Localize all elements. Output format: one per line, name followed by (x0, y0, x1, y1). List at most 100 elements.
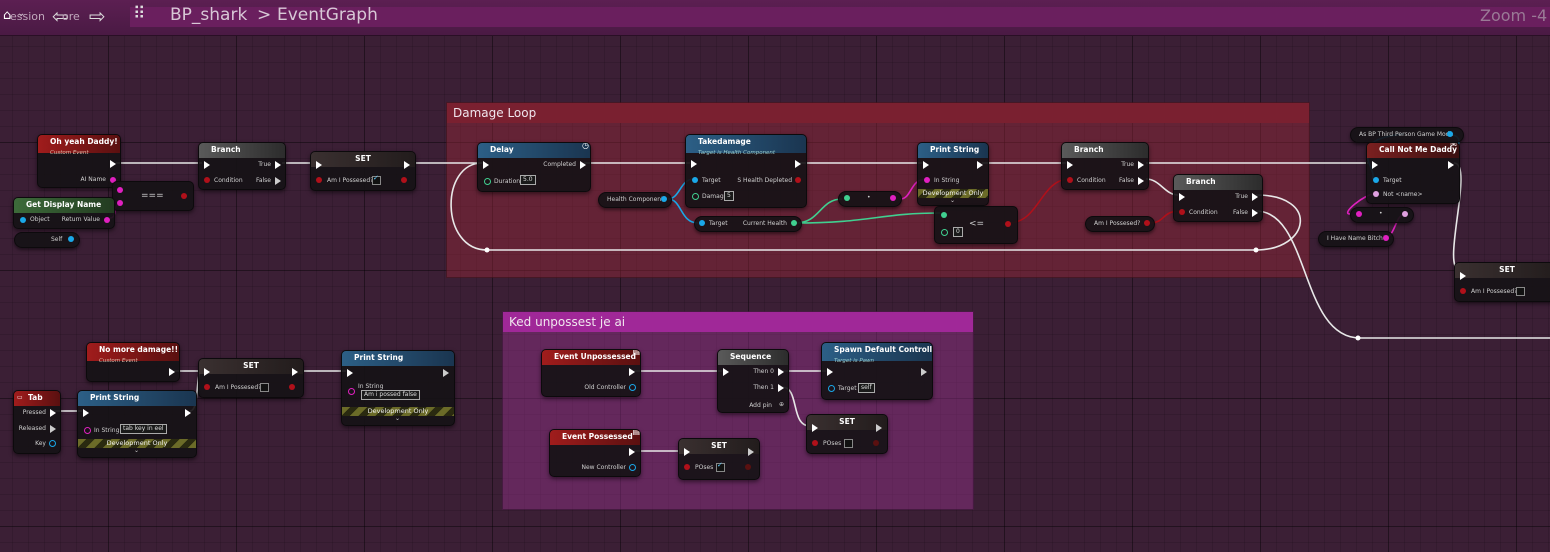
exec-in-pin[interactable] (1067, 161, 1073, 169)
pin-condition[interactable] (1179, 209, 1185, 215)
exec-in-pin[interactable] (347, 369, 353, 377)
node-key-tab[interactable]: Tab ▭ Pressed Released Key (13, 390, 61, 454)
damage-input[interactable]: 5 (724, 191, 734, 201)
node-set-poses-2[interactable]: SET POses (678, 438, 760, 480)
node-print-string-3[interactable]: Print String In String tab key in eel De… (77, 390, 197, 458)
node-spawn-default-controller[interactable]: Spawn Default Controller Target is Pawn T… (821, 342, 933, 400)
exec-out-pin[interactable] (404, 161, 410, 169)
exec-in-pin[interactable] (1460, 272, 1466, 280)
value-checkbox[interactable] (372, 174, 381, 185)
pin-condition[interactable] (204, 177, 210, 183)
pin-out[interactable] (289, 384, 295, 390)
exec-out-pin[interactable] (977, 161, 983, 169)
pin-name[interactable] (1373, 191, 1379, 197)
value-checkbox[interactable] (716, 461, 725, 472)
exec-false-pin[interactable] (1138, 177, 1144, 185)
exec-in-pin[interactable] (483, 161, 489, 169)
node-conversion[interactable]: • (838, 191, 902, 207)
pin-b[interactable] (941, 229, 948, 236)
exec-in-pin[interactable] (827, 368, 833, 376)
pin-in-string[interactable] (348, 388, 355, 395)
node-cast-third-person-game-mode[interactable]: As BP Third Person Game Mode (1350, 127, 1464, 143)
pin-out[interactable] (1402, 211, 1408, 217)
pin-value[interactable] (316, 177, 322, 183)
value-checkbox[interactable] (844, 439, 853, 448)
exec-out-pin[interactable] (292, 368, 298, 376)
node-takedamage[interactable]: Takedamage Target is Health Component Tar… (685, 134, 807, 208)
pin-a[interactable] (117, 187, 123, 193)
exec-out-pin[interactable] (629, 448, 635, 456)
node-event-unpossessed[interactable]: Event Unpossessed ▤ Old Controller (541, 349, 641, 397)
node-append[interactable]: • (1350, 207, 1414, 223)
add-pin-icon[interactable]: ⊕ (779, 401, 784, 408)
compare-value-input[interactable]: 0 (953, 227, 963, 237)
pin-object[interactable] (20, 217, 26, 223)
exec-in-pin[interactable] (1372, 161, 1378, 169)
exec-then1-pin[interactable] (778, 384, 784, 392)
pin-value[interactable] (684, 464, 690, 470)
value-checkbox[interactable] (260, 383, 269, 392)
exec-in-pin[interactable] (812, 424, 818, 432)
pin-out[interactable] (745, 464, 751, 470)
pin-target[interactable] (692, 177, 698, 183)
pin-out[interactable] (401, 177, 407, 183)
exec-completed-pin[interactable] (580, 161, 586, 169)
node-less-equal[interactable]: 0 <= (934, 206, 1018, 244)
exec-pressed-pin[interactable] (50, 409, 56, 417)
exec-then0-pin[interactable] (778, 368, 784, 376)
exec-in-pin[interactable] (1179, 193, 1185, 201)
node-print-string-2[interactable]: Print String In String Am i possed false… (341, 350, 455, 426)
forward-arrow-icon[interactable]: ⇨ (89, 4, 106, 28)
breadcrumb-graph[interactable]: EventGraph (277, 5, 378, 25)
node-current-health[interactable]: Target Current Health (694, 216, 802, 232)
exec-in-pin[interactable] (691, 160, 697, 168)
pin-target[interactable] (828, 385, 835, 392)
exec-out-pin[interactable] (169, 368, 175, 376)
node-branch-3[interactable]: Branch Condition True False (1173, 174, 1263, 222)
pin-cast[interactable] (1447, 131, 1453, 137)
pin-value[interactable] (812, 440, 818, 446)
pin-current-health[interactable] (791, 220, 797, 226)
exec-in-pin[interactable] (684, 448, 690, 456)
graph-canvas[interactable]: Damage Loop Ked unpossest je ai Oh yeah … (0, 0, 1550, 552)
node-event-possessed[interactable]: Event Possessed ▤ New Controller (549, 429, 641, 477)
node-self[interactable]: Self (14, 232, 80, 248)
node-i-have-name[interactable]: I Have Name Bitch! (1318, 231, 1394, 247)
exec-out-pin[interactable] (110, 160, 116, 168)
pin-in-string[interactable] (924, 177, 930, 183)
node-sequence[interactable]: Sequence Then 0 Then 1 Add pin ⊕ (717, 349, 789, 413)
pin-in[interactable] (1356, 211, 1362, 217)
exec-in-pin[interactable] (723, 368, 729, 376)
exec-out-pin[interactable] (876, 424, 882, 432)
in-string-input[interactable]: tab key in eel (120, 424, 167, 434)
pin-depleted[interactable] (795, 177, 801, 183)
exec-in-pin[interactable] (204, 368, 210, 376)
pin-key[interactable] (49, 440, 56, 447)
expand-chevron-icon[interactable]: ⌄ (950, 197, 955, 204)
node-set-right[interactable]: SET Am I Possesed? (1454, 262, 1550, 302)
pin-result[interactable] (181, 193, 187, 199)
node-call-not-me-daddy[interactable]: Call Not Me Daddy ✉ Target Not <name> (1366, 142, 1460, 204)
expand-chevron-icon[interactable]: ⌄ (395, 415, 400, 422)
pin-new-controller[interactable] (629, 464, 636, 471)
node-custom-event-oh-yeah[interactable]: Oh yeah Daddy! Custom Event AI Name (37, 134, 121, 188)
pin-in[interactable] (844, 195, 850, 201)
node-set-poses-1[interactable]: SET POses (806, 414, 888, 454)
pin-return[interactable] (104, 217, 110, 223)
target-self-input[interactable]: self (858, 383, 875, 393)
node-set-1[interactable]: SET Am I Possesed? (310, 151, 416, 191)
exec-out-pin[interactable] (629, 368, 635, 376)
pin-value[interactable] (204, 384, 210, 390)
exec-released-pin[interactable] (50, 425, 56, 433)
exec-in-pin[interactable] (83, 409, 89, 417)
pin-target[interactable] (699, 220, 705, 226)
pin-self[interactable] (68, 236, 74, 242)
pin-string[interactable] (1383, 235, 1389, 241)
pin-out[interactable] (873, 440, 879, 446)
node-health-component[interactable]: Health Component (598, 192, 672, 208)
duration-input[interactable]: 5.0 (520, 175, 536, 185)
exec-out-pin[interactable] (748, 448, 754, 456)
node-branch-1[interactable]: Branch Condition True False (198, 142, 286, 190)
exec-true-pin[interactable] (1252, 193, 1258, 201)
node-get-display-name[interactable]: Get Display Name Object Return Value (13, 197, 115, 229)
